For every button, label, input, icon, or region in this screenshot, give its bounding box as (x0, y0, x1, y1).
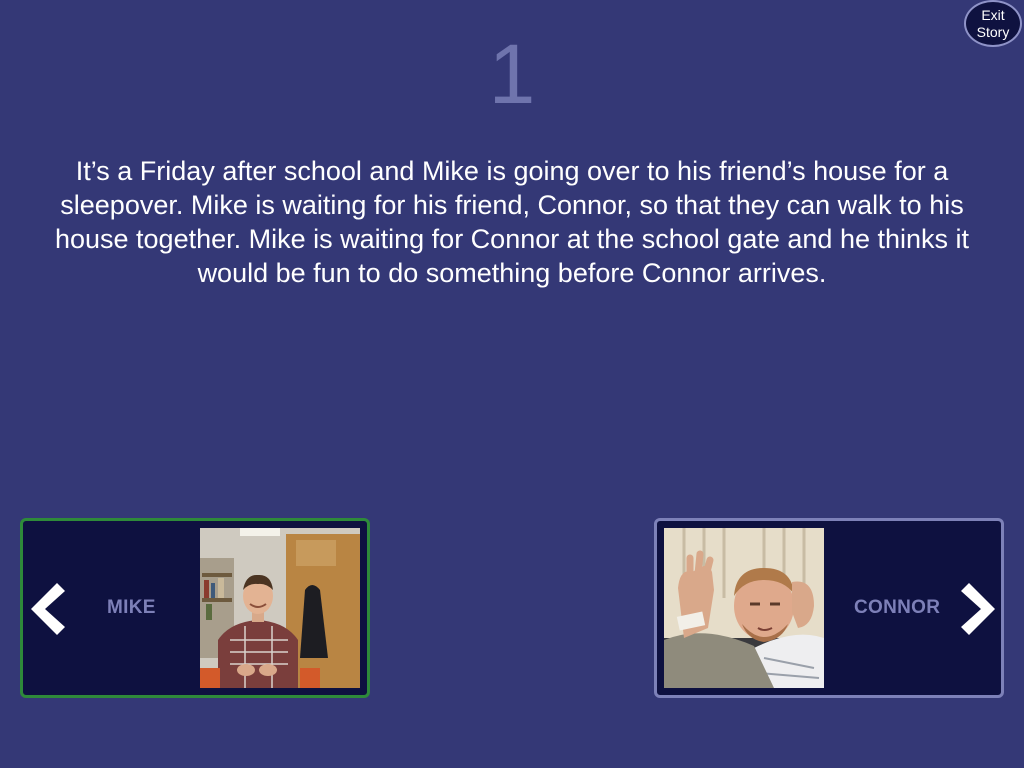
connor-photo (664, 528, 824, 688)
exit-story-label-line1: Exit (981, 6, 1005, 23)
mike-photo (200, 528, 360, 688)
chevron-left-icon (31, 583, 65, 635)
choice-label-connor: CONNOR (854, 597, 941, 618)
chevron-right-icon (961, 583, 995, 635)
choice-card-connor[interactable]: CONNOR (654, 518, 1004, 698)
story-text: It’s a Friday after school and Mike is g… (54, 156, 970, 288)
choice-label-mike: MIKE (107, 597, 156, 618)
page-number: 1 (488, 27, 536, 121)
choice-card-mike[interactable]: MIKE (20, 518, 370, 698)
